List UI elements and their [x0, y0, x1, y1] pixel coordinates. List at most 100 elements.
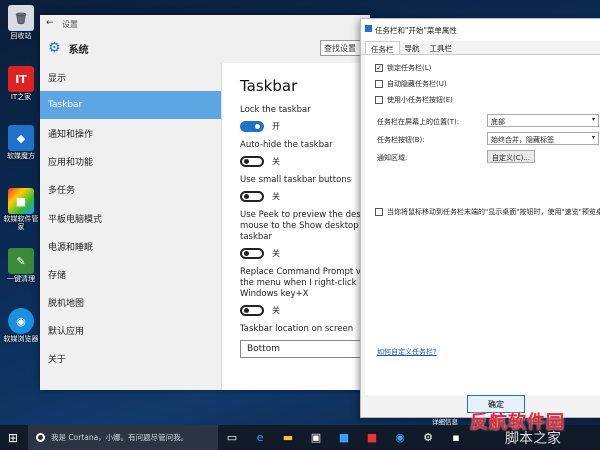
toggle-state: 关 — [272, 306, 280, 316]
customize-button[interactable]: 自定义(C)... — [487, 150, 535, 163]
recycle-bin-icon: 🗑 — [8, 5, 34, 31]
option-label: Lock the taskbar — [240, 105, 311, 115]
tab-navigation[interactable]: 导航 — [400, 41, 425, 54]
desktop-icon-software-manager[interactable]: ■ 软媒软件管家 — [2, 188, 40, 231]
settings-taskbar-icon[interactable]: ⚙ — [414, 425, 442, 450]
toggle-state: 关 — [272, 192, 280, 202]
checkbox-box — [375, 80, 383, 88]
taskbar-properties-dialog: 任务栏和"开始"菜单属性 任务栏 导航 工具栏 ✓ 锁定任务栏(L) 自动隐藏任… — [360, 18, 600, 418]
desktop-icon-label: 一键清理 — [7, 275, 35, 283]
ithome-icon: IT — [8, 66, 34, 92]
start-button[interactable]: ⊞ — [0, 425, 26, 450]
peek-checkbox[interactable]: 当你将鼠标移动到任务栏末端的"显示桌面"按钮时，使用"速览"预览桌 — [375, 207, 600, 217]
chevron-down-icon: ▾ — [591, 116, 595, 123]
sidebar-item-tablet-mode[interactable]: 平板电脑模式 — [40, 204, 221, 232]
sidebar-item-multitasking[interactable]: 多任务 — [40, 176, 221, 204]
help-link[interactable]: 如何自定义任务栏? — [377, 347, 437, 357]
option-label-line2: the menu when I right-click — [240, 278, 357, 289]
sidebar-item-default-apps[interactable]: 默认应用 — [40, 317, 221, 345]
auto-hide-toggle[interactable] — [240, 156, 264, 168]
sidebar-item-apps[interactable]: 应用和功能 — [40, 148, 221, 176]
checkbox-box — [375, 208, 383, 216]
sidebar-item-display[interactable]: 显示 — [40, 63, 221, 91]
file-explorer-icon[interactable]: ▬ — [274, 425, 302, 450]
sidebar-item-power[interactable]: 电源和睡眠 — [40, 232, 221, 260]
sidebar-item-taskbar[interactable]: Taskbar — [40, 91, 221, 120]
buttons-value: 始终合并，隐藏标签 — [491, 136, 554, 144]
option-peek: Use Peek to preview the des mouse to the… — [240, 210, 370, 260]
lock-taskbar-checkbox[interactable]: ✓ 锁定任务栏(L) — [375, 63, 431, 73]
dialog-tabs: 任务栏 导航 工具栏 — [361, 41, 600, 55]
desktop-icon-cube[interactable]: ◆ 软媒魔方 — [2, 125, 40, 161]
taskbar-location-label: Taskbar location on screen — [240, 324, 354, 335]
page-title: Taskbar — [240, 77, 298, 95]
watermark-sub: 脚本之家 — [505, 431, 561, 447]
sidebar-item-notifications[interactable]: 通知和操作 — [40, 119, 221, 147]
sidebar-item-storage[interactable]: 存储 — [40, 260, 221, 288]
small-buttons-toggle[interactable] — [240, 191, 264, 203]
store-icon[interactable]: ▣ — [302, 425, 330, 450]
desktop-icon-cleanup[interactable]: ✎ 一键清理 — [2, 248, 40, 284]
checkbox-box: ✓ — [375, 64, 383, 72]
option-replace-cmd: Replace Command Prompt v the menu when I… — [240, 267, 370, 317]
auto-hide-checkbox[interactable]: 自动隐藏任务栏(U) — [375, 79, 447, 89]
desktop-icon-browser[interactable]: ◉ 软媒浏览器 — [2, 308, 40, 344]
position-label: 任务栏在屏幕上的位置(T): — [377, 118, 460, 126]
option-auto-hide: Auto-hide the taskbar 关 — [240, 140, 370, 168]
buttons-label: 任务栏按钮(B): — [377, 136, 425, 144]
tab-taskbar[interactable]: 任务栏 — [365, 41, 400, 54]
option-label-line2: mouse to the Show desktop — [240, 221, 359, 232]
cortana-text: 我是 Cortana，小娜。有问题尽管问我。 — [51, 433, 189, 442]
notify-label: 通知区域: — [377, 154, 408, 162]
task-view-icon[interactable]: ▭ — [218, 425, 246, 450]
sidebar-item-offline-maps[interactable]: 脱机地图 — [40, 289, 221, 317]
option-label: Use Peek to preview the des — [240, 210, 361, 221]
dialog-titlebar: 任务栏和"开始"菜单属性 — [361, 19, 600, 41]
buttons-select[interactable]: 始终合并，隐藏标签 ▾ — [487, 132, 599, 145]
peek-toggle[interactable] — [240, 248, 264, 260]
toggle-state: 关 — [272, 157, 280, 167]
back-arrow-icon[interactable]: ← — [46, 18, 54, 28]
chevron-down-icon: ▾ — [591, 134, 595, 141]
settings-window-title: 设置 — [62, 20, 78, 29]
desktop-icon-label: 软媒魔方 — [7, 152, 35, 160]
cmd-taskbar-icon[interactable]: ▪ — [442, 425, 470, 450]
position-value: 底部 — [491, 118, 505, 126]
ithome-taskbar-icon[interactable]: ■ — [358, 425, 386, 450]
browser-icon: ◉ — [8, 308, 34, 334]
checkbox-label: 锁定任务栏(L) — [387, 64, 432, 72]
toggle-state: 关 — [272, 249, 280, 259]
replace-cmd-toggle[interactable] — [240, 305, 264, 317]
toggle-state: 开 — [272, 122, 280, 132]
lock-taskbar-toggle[interactable] — [240, 121, 264, 133]
sidebar-item-about[interactable]: 关于 — [40, 345, 221, 373]
desktop-icon-ithome[interactable]: IT IT之家 — [2, 66, 40, 102]
option-small-buttons: Use small taskbar buttons 关 — [240, 175, 370, 203]
checkbox-label: 当你将鼠标移动到任务栏末端的"显示桌面"按钮时，使用"速览"预览桌 — [387, 208, 600, 216]
tab-toolbars[interactable]: 工具栏 — [425, 41, 458, 54]
app-icon[interactable]: ■ — [330, 425, 358, 450]
desktop-icon-label: 软媒浏览器 — [3, 335, 39, 343]
position-select[interactable]: 底部 ▾ — [487, 114, 599, 127]
cortana-search-box[interactable]: 我是 Cortana，小娜。有问题尽管问我。 — [28, 425, 218, 450]
option-label: Use small taskbar buttons — [240, 175, 352, 186]
option-label: Replace Command Prompt v — [240, 267, 361, 278]
settings-section-title: 系统 — [68, 44, 89, 56]
option-lock-taskbar: Lock the taskbar 开 — [240, 105, 370, 133]
taskbar-settings-content: Taskbar Lock the taskbar 开 Auto-hide the… — [240, 77, 370, 359]
taskbar-location-select[interactable]: Bottom — [240, 340, 370, 359]
small-buttons-checkbox[interactable]: 使用小任务栏按钮(E) — [375, 95, 453, 105]
cortana-icon — [36, 433, 45, 442]
cleanup-icon: ✎ — [8, 248, 34, 274]
option-label-line3: Windows key+X — [240, 289, 309, 300]
software-manager-icon: ■ — [8, 188, 34, 214]
desktop-icon-label: 软媒软件管家 — [3, 215, 39, 231]
gear-icon: ⚙ — [48, 40, 61, 56]
checkbox-box — [375, 96, 383, 104]
settings-sidebar: 显示 Taskbar 通知和操作 应用和功能 多任务 平板电脑模式 电源和睡眠 … — [40, 63, 222, 390]
browser-taskbar-icon[interactable]: ◉ — [386, 425, 414, 450]
dialog-title: 任务栏和"开始"菜单属性 — [375, 26, 457, 35]
checkbox-label: 使用小任务栏按钮(E) — [387, 96, 453, 104]
desktop-icon-recycle-bin[interactable]: 🗑 回收站 — [2, 5, 40, 41]
edge-icon[interactable]: e — [246, 425, 274, 450]
